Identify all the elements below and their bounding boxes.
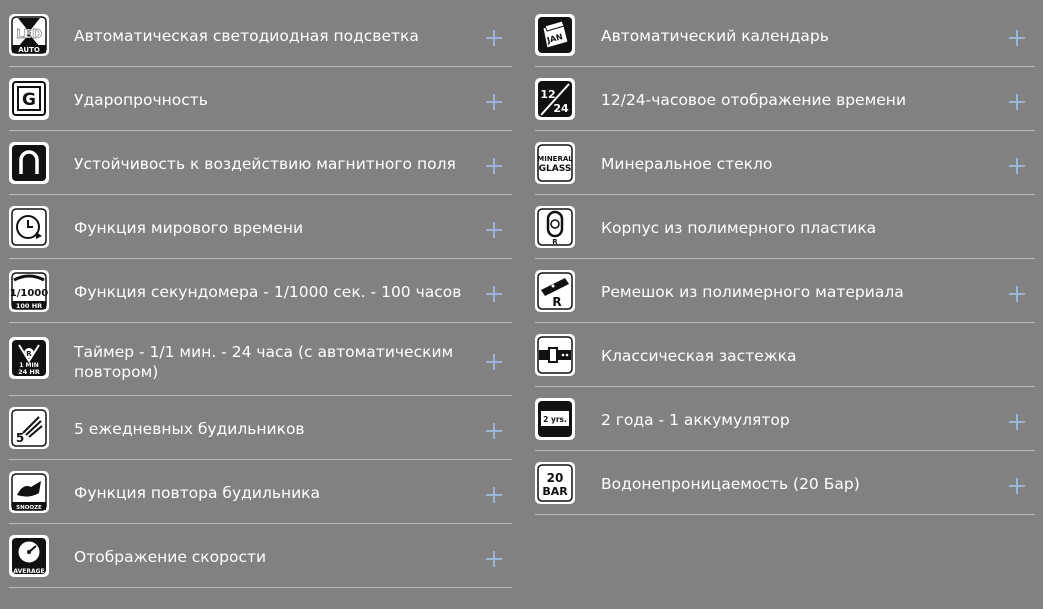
expand-plus-icon[interactable] (486, 30, 502, 46)
feature-label: Автоматический календарь (601, 27, 829, 45)
svg-text:LED: LED (16, 27, 42, 41)
resin-case-icon: R (535, 206, 575, 248)
svg-text:R: R (26, 350, 32, 358)
battery-icon: 2 yrs. (535, 398, 575, 440)
feature-label: Функция секундомера - 1/1000 сек. - 100 … (74, 283, 462, 301)
snooze-icon: SNOOZE (9, 471, 49, 513)
expand-plus-icon[interactable] (486, 551, 502, 567)
timer-icon: R 1 MIN 24 HR (9, 337, 49, 379)
led-auto-icon: LED AUTO (9, 14, 49, 56)
alarm-icon: 5 (9, 407, 49, 449)
expand-plus-icon[interactable] (1009, 158, 1025, 174)
feature-label: Функция повтора будильника (74, 484, 321, 502)
magnet-icon (9, 142, 49, 184)
feature-label: 5 ежедневных будильников (74, 420, 305, 438)
feature-item[interactable]: Устойчивость к воздействию магнитного по… (9, 131, 512, 195)
feature-item[interactable]: LED AUTO Автоматическая светодиодная под… (9, 3, 512, 67)
speed-icon: AVERAGE (9, 535, 49, 577)
feature-item[interactable]: 5 5 ежедневных будильников (9, 396, 512, 460)
svg-text:12: 12 (540, 88, 555, 101)
12-24-icon: 12 24 (535, 78, 575, 120)
mineral-glass-icon: MINERAL GLASS (535, 142, 575, 184)
svg-text:R: R (552, 238, 558, 246)
feature-label: Функция мирового времени (74, 219, 304, 237)
feature-item[interactable]: 20 BAR Водонепроницаемость (20 Бар) (535, 451, 1035, 515)
feature-label: Классическая застежка (601, 347, 797, 365)
feature-label: Отображение скорости (74, 548, 267, 566)
svg-text:G: G (22, 90, 36, 110)
svg-text:AUTO: AUTO (18, 46, 40, 54)
expand-plus-icon[interactable] (1009, 478, 1025, 494)
feature-item[interactable]: Функция мирового времени (9, 195, 512, 259)
feature-item[interactable]: AVERAGE Отображение скорости (9, 524, 512, 588)
feature-label: 12/24-часовое отображение времени (601, 91, 907, 109)
shock-resist-icon: G (9, 78, 49, 120)
svg-text:SNOOZE: SNOOZE (16, 505, 42, 511)
feature-item[interactable]: R Корпус из полимерного пластика (535, 195, 1035, 259)
svg-text:24 HR: 24 HR (18, 368, 40, 376)
svg-text:24: 24 (553, 102, 569, 115)
stopwatch-icon: 1/1000 100 HR (9, 270, 49, 312)
feature-label: Ударопрочность (74, 91, 208, 109)
svg-text:20: 20 (547, 471, 564, 485)
svg-text:GLASS: GLASS (539, 164, 572, 174)
world-time-icon (9, 206, 49, 248)
expand-plus-icon[interactable] (486, 94, 502, 110)
svg-text:MINERAL: MINERAL (537, 155, 573, 163)
svg-text:1/1000: 1/1000 (10, 288, 48, 299)
feature-list-left: LED AUTO Автоматическая светодиодная под… (9, 3, 512, 588)
expand-plus-icon[interactable] (486, 158, 502, 174)
feature-item[interactable]: MINERAL GLASS Минеральное стекло (535, 131, 1035, 195)
feature-label: 2 года - 1 аккумулятор (601, 411, 790, 429)
svg-text:2 yrs.: 2 yrs. (543, 415, 567, 424)
feature-label: Устойчивость к воздействию магнитного по… (74, 155, 456, 173)
calendar-icon: JAN (535, 14, 575, 56)
expand-plus-icon[interactable] (486, 354, 502, 370)
feature-item[interactable]: R Ремешок из полимерного материала (535, 259, 1035, 323)
feature-item[interactable]: 2 yrs. 2 года - 1 аккумулятор (535, 387, 1035, 451)
feature-label: Ремешок из полимерного материала (601, 283, 904, 301)
expand-plus-icon[interactable] (486, 423, 502, 439)
feature-label: Минеральное стекло (601, 155, 773, 173)
expand-plus-icon[interactable] (1009, 30, 1025, 46)
feature-item[interactable]: SNOOZE Функция повтора будильника (9, 460, 512, 524)
svg-text:100 HR: 100 HR (16, 302, 42, 310)
svg-text:5: 5 (16, 431, 24, 445)
svg-text:R: R (552, 295, 561, 309)
resin-band-icon: R (535, 270, 575, 312)
feature-item[interactable]: JAN Автоматический календарь (535, 3, 1035, 67)
feature-item[interactable]: Классическая застежка (535, 323, 1035, 387)
feature-label: Автоматическая светодиодная подсветка (74, 27, 419, 45)
feature-label: Водонепроницаемость (20 Бар) (601, 475, 860, 493)
expand-plus-icon[interactable] (486, 286, 502, 302)
expand-plus-icon[interactable] (1009, 286, 1025, 302)
svg-text:AVERAGE: AVERAGE (13, 568, 44, 575)
feature-item[interactable]: G Ударопрочность (9, 67, 512, 131)
expand-plus-icon[interactable] (1009, 94, 1025, 110)
water-resist-icon: 20 BAR (535, 462, 575, 504)
expand-plus-icon[interactable] (1009, 414, 1025, 430)
feature-label: Корпус из полимерного пластика (601, 219, 877, 237)
svg-text:BAR: BAR (542, 485, 568, 498)
expand-plus-icon[interactable] (486, 487, 502, 503)
feature-item[interactable]: 12 24 12/24-часовое отображение времени (535, 67, 1035, 131)
expand-plus-icon[interactable] (486, 222, 502, 238)
feature-list-right: JAN Автоматический календарь 12 24 12/24… (535, 3, 1035, 515)
feature-label: Таймер - 1/1 мин. - 24 часа (с автоматич… (74, 343, 454, 381)
feature-item[interactable]: R 1 MIN 24 HR Таймер - 1/1 мин. - 24 час… (9, 323, 512, 396)
feature-item[interactable]: 1/1000 100 HR Функция секундомера - 1/10… (9, 259, 512, 323)
buckle-icon (535, 334, 575, 376)
